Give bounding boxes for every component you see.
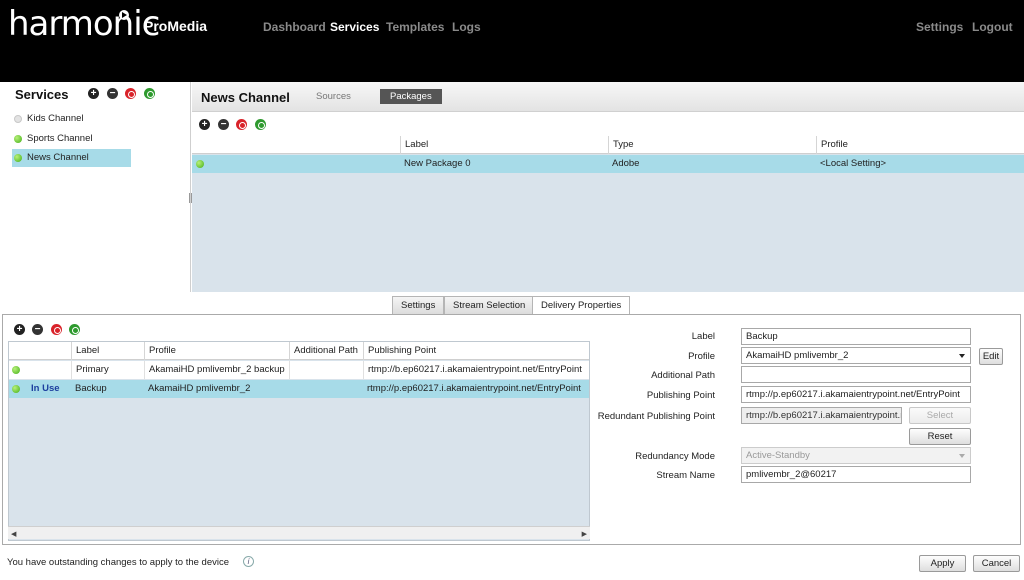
status-running-icon: [14, 154, 22, 162]
edit-profile-button[interactable]: Edit: [979, 348, 1003, 365]
scroll-right-icon[interactable]: ▶: [582, 530, 587, 538]
delivery-grid-header: Label Profile Additional Path Publishing…: [9, 342, 589, 360]
redundancy-mode-value: Active-Standby: [746, 450, 810, 461]
column-profile[interactable]: Profile: [144, 342, 289, 360]
redundancy-mode-label: Redundancy Mode: [635, 451, 715, 462]
row-additional-path: [289, 361, 363, 379]
services-title: Services: [15, 87, 69, 102]
chevron-down-icon: [959, 454, 965, 458]
label-field[interactable]: Backup: [741, 328, 971, 345]
nav-settings[interactable]: Settings: [916, 20, 963, 34]
add-package-icon[interactable]: +: [199, 119, 210, 130]
service-item-kids[interactable]: Kids Channel: [12, 110, 131, 128]
product-name: ProMedia: [144, 18, 208, 34]
nav-logs[interactable]: Logs: [452, 20, 481, 34]
chevron-down-icon: [959, 354, 965, 358]
row-status: In Use: [31, 383, 60, 394]
column-status: [192, 136, 400, 154]
row-label: Backup: [75, 383, 107, 394]
redundancy-mode-select[interactable]: Active-Standby: [741, 447, 971, 464]
column-type[interactable]: Type: [608, 136, 816, 154]
add-service-icon[interactable]: +: [88, 88, 99, 99]
table-row[interactable]: In Use Backup AkamaiHD pmlivembr_2 rtmp:…: [9, 380, 589, 398]
stream-name-label: Stream Name: [656, 470, 715, 481]
nav-logout[interactable]: Logout: [972, 20, 1013, 34]
stop-service-icon[interactable]: [125, 88, 136, 99]
packages-grid: + − Label Type Profile New Package 0 Ado…: [192, 112, 1024, 292]
row-profile: AkamaiHD pmlivembr_2 backup: [144, 361, 289, 379]
status-running-icon: [12, 385, 20, 393]
select-button[interactable]: Select: [909, 407, 971, 424]
tab-packages[interactable]: Packages: [380, 89, 442, 104]
horizontal-scrollbar[interactable]: ◀ ▶: [8, 526, 590, 539]
redundant-publishing-point-label: Redundant Publishing Point: [597, 411, 715, 422]
publishing-point-label: Publishing Point: [646, 390, 715, 401]
column-status: [9, 342, 71, 360]
profile-select-value: AkamaiHD pmlivembr_2: [746, 350, 849, 361]
column-label[interactable]: Label: [400, 136, 608, 154]
label-field-label: Label: [691, 331, 715, 342]
service-label: Sports Channel: [27, 133, 93, 144]
table-row[interactable]: Primary AkamaiHD pmlivembr_2 backup rtmp…: [9, 361, 589, 379]
channel-title: News Channel: [201, 90, 290, 105]
tab-delivery-properties[interactable]: Delivery Properties: [532, 296, 631, 315]
package-label: New Package 0: [404, 158, 471, 169]
delivery-grid: Label Profile Additional Path Publishing…: [8, 341, 590, 541]
additional-path-label: Additional Path: [651, 370, 715, 381]
start-service-icon[interactable]: [144, 88, 155, 99]
top-bar: harmonic ProMedia Dashboard Services Tem…: [0, 0, 1024, 82]
remove-package-icon[interactable]: −: [218, 119, 229, 130]
row-additional-path: [289, 380, 363, 398]
info-icon[interactable]: i: [243, 556, 254, 567]
column-label[interactable]: Label: [71, 342, 144, 360]
remove-delivery-icon[interactable]: −: [32, 324, 43, 335]
nav-templates[interactable]: Templates: [386, 20, 444, 34]
status-idle-icon: [14, 115, 22, 123]
row-label: Primary: [71, 361, 144, 379]
status-running-icon: [196, 160, 204, 168]
status-message: You have outstanding changes to apply to…: [7, 557, 230, 568]
channel-header: News Channel Sources Packages: [192, 82, 1024, 112]
logo: harmonic: [8, 4, 160, 44]
tab-stream-selection[interactable]: Stream Selection: [444, 296, 535, 314]
packages-grid-header: Label Type Profile: [192, 136, 1024, 154]
apply-button[interactable]: Apply: [919, 555, 966, 572]
services-panel: Services + − Kids Channel Sports Channel…: [0, 82, 191, 310]
stream-name-field[interactable]: pmlivembr_2@60217: [741, 466, 971, 483]
start-package-icon[interactable]: [255, 119, 266, 130]
status-running-icon: [12, 366, 20, 374]
scroll-left-icon[interactable]: ◀: [11, 530, 16, 538]
status-bar: You have outstanding changes to apply to…: [0, 547, 1024, 580]
column-profile[interactable]: Profile: [816, 136, 1024, 154]
stop-package-icon[interactable]: [236, 119, 247, 130]
publishing-point-field[interactable]: rtmp://p.ep60217.i.akamaientrypoint.net/…: [741, 386, 971, 403]
row-status: [27, 361, 71, 379]
nav-services[interactable]: Services: [330, 20, 379, 34]
additional-path-field[interactable]: [741, 366, 971, 383]
redundant-publishing-point-field[interactable]: rtmp://b.ep60217.i.akamaientrypoint.net/…: [741, 407, 902, 424]
remove-service-icon[interactable]: −: [107, 88, 118, 99]
table-row[interactable]: New Package 0 Adobe <Local Setting>: [192, 155, 1024, 173]
logo-play-icon: [119, 10, 129, 20]
tab-settings[interactable]: Settings: [392, 296, 445, 314]
profile-select[interactable]: AkamaiHD pmlivembr_2: [741, 347, 971, 364]
profile-field-label: Profile: [688, 351, 715, 362]
service-label: Kids Channel: [27, 113, 84, 124]
nav-dashboard[interactable]: Dashboard: [263, 20, 326, 34]
service-item-sports[interactable]: Sports Channel: [12, 130, 131, 148]
column-additional-path[interactable]: Additional Path: [289, 342, 363, 360]
status-running-icon: [14, 135, 22, 143]
package-type: Adobe: [612, 158, 640, 169]
package-profile: <Local Setting>: [820, 158, 887, 169]
service-item-news[interactable]: News Channel: [12, 149, 131, 167]
tab-sources[interactable]: Sources: [306, 89, 361, 104]
packages-toolbar: + −: [192, 112, 1024, 136]
cancel-button[interactable]: Cancel: [973, 555, 1020, 572]
start-delivery-icon[interactable]: [69, 324, 80, 335]
reset-button[interactable]: Reset: [909, 428, 971, 445]
add-delivery-icon[interactable]: +: [14, 324, 25, 335]
row-profile: AkamaiHD pmlivembr_2: [148, 383, 251, 394]
service-label: News Channel: [27, 152, 89, 163]
stop-delivery-icon[interactable]: [51, 324, 62, 335]
